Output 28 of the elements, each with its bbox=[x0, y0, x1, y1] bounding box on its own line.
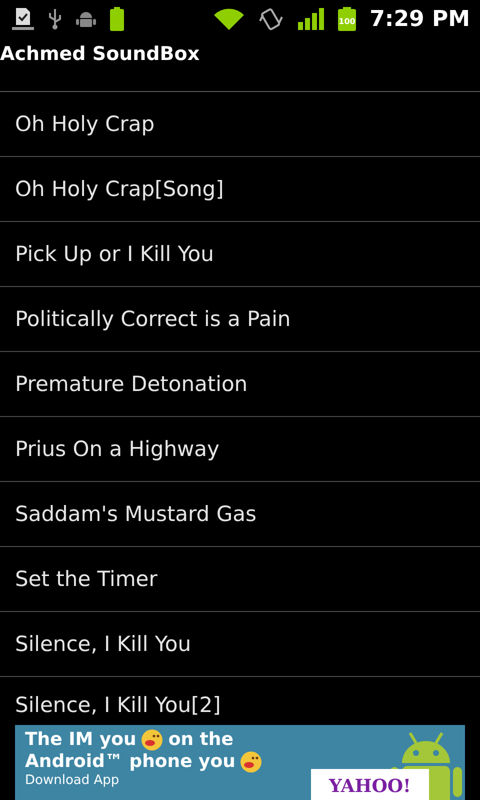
android-icon bbox=[76, 10, 96, 28]
clock-time: 7:29 PM bbox=[370, 6, 470, 32]
usb-icon bbox=[48, 8, 62, 30]
ad-text: on the bbox=[168, 729, 234, 751]
ad-banner[interactable]: The IM you on the Android™ phone you Download App YAHOO! bbox=[15, 725, 465, 800]
sound-list-item[interactable]: Silence, I Kill You bbox=[0, 612, 480, 677]
app-title: Achmed SoundBox bbox=[0, 43, 200, 65]
sound-list-item[interactable]: Set the Timer bbox=[0, 547, 480, 612]
sound-list-item[interactable]: Prius On a Highway bbox=[0, 417, 480, 482]
wifi-icon bbox=[214, 8, 244, 30]
brand-logo: YAHOO! bbox=[311, 769, 429, 800]
sound-list-item[interactable]: Silence, I Kill You[2] bbox=[0, 677, 480, 724]
vibrate-icon bbox=[258, 7, 284, 31]
sound-list-item[interactable]: Pick Up or I Kill You bbox=[0, 222, 480, 287]
ad-link[interactable]: Download App bbox=[25, 773, 120, 789]
battery-icon bbox=[110, 7, 124, 31]
signal-icon bbox=[298, 8, 324, 30]
sound-list-item[interactable]: Saddam's Mustard Gas bbox=[0, 482, 480, 547]
sound-list-item[interactable]: Politically Correct is a Pain bbox=[0, 287, 480, 352]
sound-list-item[interactable]: Oh Holy Crap[Song] bbox=[0, 157, 480, 222]
smiley-icon bbox=[141, 729, 164, 751]
ad-text: The IM you bbox=[25, 729, 136, 751]
smiley-icon bbox=[240, 751, 262, 773]
sound-list-item[interactable]: Premature Detonation bbox=[0, 352, 480, 417]
battery-full-icon: 100 bbox=[338, 7, 356, 31]
sound-list-item[interactable]: Oh Holy Crap bbox=[0, 92, 480, 157]
download-done-icon bbox=[12, 7, 34, 31]
ad-text: Android™ phone you bbox=[25, 751, 236, 773]
